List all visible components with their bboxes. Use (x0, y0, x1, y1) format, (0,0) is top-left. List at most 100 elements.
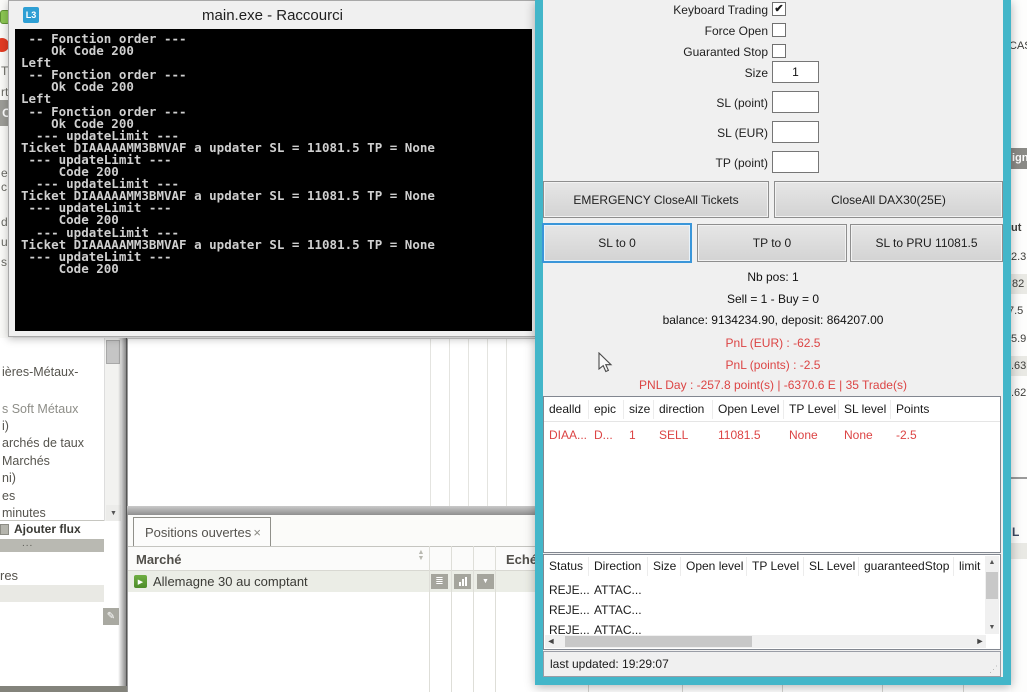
sidebar-item[interactable]: Marchés (2, 454, 50, 468)
band (0, 585, 104, 602)
console-title: main.exe - Raccourci (202, 6, 343, 24)
size-input[interactable] (772, 61, 819, 83)
column-header[interactable]: Open level (681, 556, 747, 576)
last-updated-text: last updated: 19:29:07 (550, 657, 669, 671)
tp-point-input[interactable] (772, 151, 819, 173)
quote-value: .63 (1011, 360, 1027, 372)
column-header[interactable]: Status (544, 556, 589, 576)
market-label: Allemagne 30 au comptant (153, 574, 308, 589)
tab-label: Positions ouvertes (145, 525, 252, 540)
size-label: Size (744, 66, 768, 80)
scrollbar-thumb[interactable] (565, 636, 752, 647)
tp-to-0-button[interactable]: TP to 0 (697, 224, 847, 262)
pnl-day-text: PNL Day : -257.8 point(s) | -6370.6 E | … (639, 378, 907, 392)
column-header[interactable]: TP Level (747, 556, 804, 576)
console-log-text: -- Fonction order --- Ok Code 200 Left -… (21, 31, 435, 276)
sidebar-item[interactable]: es (2, 489, 15, 503)
trading-bot-panel: Keyboard Trading ✔ Force Open Guaranted … (535, 0, 1011, 685)
column-header[interactable]: epic (589, 400, 624, 419)
console-window: L3 main.exe - Raccourci -- Fonction orde… (8, 0, 537, 337)
emergency-closeall-button[interactable]: EMERGENCY CloseAll Tickets (543, 181, 769, 218)
scroll-right-icon[interactable]: ► (974, 635, 986, 648)
guaranted-stop-label: Guaranted Stop (683, 45, 768, 59)
sidebar-edge-shadow (118, 338, 127, 692)
column-header[interactable]: Size (648, 556, 681, 576)
order-list-icon[interactable]: ≣ (431, 574, 448, 589)
sidebar-item[interactable]: ières-Métaux- (2, 365, 78, 379)
scroll-up-icon[interactable]: ▲ (985, 556, 999, 569)
clipped-text: CAS (1011, 40, 1027, 52)
column-header[interactable]: TP Level (784, 400, 839, 419)
sl-to-0-button[interactable]: SL to 0 (543, 224, 691, 262)
table-row[interactable]: DIAA... D... 1 SELL 11081.5 None None -2… (544, 426, 1000, 443)
close-icon[interactable]: × (253, 525, 261, 540)
tab-positions-ouvertes[interactable]: Positions ouvertes × (133, 517, 271, 547)
balance-text: balance: 9134234.90, deposit: 864207.00 (662, 313, 884, 327)
screen: T rt C e c de ur s ières-Métaux- s Soft … (0, 0, 1027, 692)
background-table-sliver (535, 685, 1011, 692)
collapsed-band[interactable]: ... (0, 539, 104, 552)
bottom-gray-strip (0, 686, 127, 692)
status-bar: last updated: 19:29:07 ⋰ (543, 651, 1001, 677)
sidebar-item[interactable]: i) (2, 419, 9, 433)
quote-value: .62 (1011, 387, 1027, 399)
closeall-dax30-button[interactable]: CloseAll DAX30(25E) (774, 181, 1003, 218)
keyboard-trading-checkbox[interactable]: ✔ (772, 2, 786, 16)
pnl-eur-text: PnL (EUR) : -62.5 (725, 336, 821, 350)
tp-point-label: TP (point) (715, 156, 768, 170)
clipped-text: ut (1011, 222, 1022, 234)
column-header[interactable]: limit (954, 557, 985, 576)
column-header[interactable]: SL Level (804, 556, 859, 576)
chart-icon[interactable] (454, 574, 471, 589)
horizontal-scrollbar[interactable]: ◄ ► (545, 635, 986, 648)
column-header[interactable]: dealld (544, 400, 589, 419)
guaranted-stop-checkbox[interactable] (772, 44, 786, 58)
column-header[interactable]: Direction (589, 556, 648, 576)
table-row[interactable]: REJE... ATTAC... (544, 601, 1000, 618)
column-header[interactable]: SL level (839, 400, 891, 419)
divider (0, 520, 104, 521)
sort-icon[interactable]: ▲ ▼ (416, 549, 426, 562)
positions-grid: dealld epic size direction Open Level TP… (543, 396, 1001, 553)
sl-eur-input[interactable] (772, 121, 819, 143)
clipped-button[interactable]: ign (1011, 148, 1027, 169)
sl-to-pru-button[interactable]: SL to PRU 11081.5 (850, 224, 1003, 262)
quote-value: 5.9 (1011, 333, 1027, 345)
force-open-label: Force Open (704, 24, 768, 38)
column-header[interactable]: Points (891, 400, 952, 419)
table-row[interactable]: REJE... ATTAC... (544, 581, 1000, 598)
sl-point-label: SL (point) (716, 96, 768, 110)
sidebar-item[interactable]: archés de taux (2, 436, 84, 450)
ajouter-flux-label: Ajouter flux (14, 522, 81, 536)
column-header[interactable]: Open Level (713, 400, 784, 419)
dropdown-icon[interactable]: ▼ (477, 574, 494, 589)
resize-grip[interactable]: ⋰ (989, 664, 998, 675)
mouse-cursor (598, 352, 613, 373)
scroll-down-icon[interactable]: ▼ (985, 621, 999, 634)
orders-grid: Status Direction Size Open level TP Leve… (543, 554, 1001, 650)
column-header[interactable]: direction (654, 400, 713, 419)
pencil-icon[interactable]: ✎ (103, 608, 119, 625)
platform-sidebar: ières-Métaux- s Soft Métaux i) archés de… (0, 338, 127, 692)
clipped-text: L (1012, 525, 1020, 539)
column-header[interactable]: guaranteedStop (859, 556, 954, 576)
quote-value: 7.5 (1011, 305, 1024, 317)
column-header[interactable]: size (624, 400, 654, 419)
console-title-bar[interactable]: L3 main.exe - Raccourci (9, 1, 536, 29)
column-header-marche[interactable]: Marché (136, 552, 182, 567)
scrollbar-thumb[interactable] (986, 572, 998, 599)
positions-grid-header-row: dealld epic size direction Open Level TP… (544, 397, 1000, 422)
force-open-checkbox[interactable] (772, 23, 786, 37)
quote-value: 82 (1012, 278, 1025, 290)
sl-point-input[interactable] (772, 91, 819, 113)
sidebar-item[interactable]: s Soft Métaux (2, 402, 78, 416)
ajouter-flux-row[interactable]: Ajouter flux (0, 522, 104, 538)
sidebar-item[interactable]: ni) (2, 471, 16, 485)
vertical-scrollbar[interactable]: ▲ ▼ (985, 556, 999, 634)
sidebar-item[interactable]: minutes (2, 506, 46, 520)
clipped-text: res (0, 568, 19, 583)
quote-value: 2.3 (1011, 251, 1027, 263)
console-output[interactable]: -- Fonction order --- Ok Code 200 Left -… (15, 29, 532, 331)
background-right-window: CAS ign ut 2.3 82 7.5 5.9 .63 .62 L (1011, 0, 1027, 692)
scroll-left-icon[interactable]: ◄ (545, 635, 557, 648)
